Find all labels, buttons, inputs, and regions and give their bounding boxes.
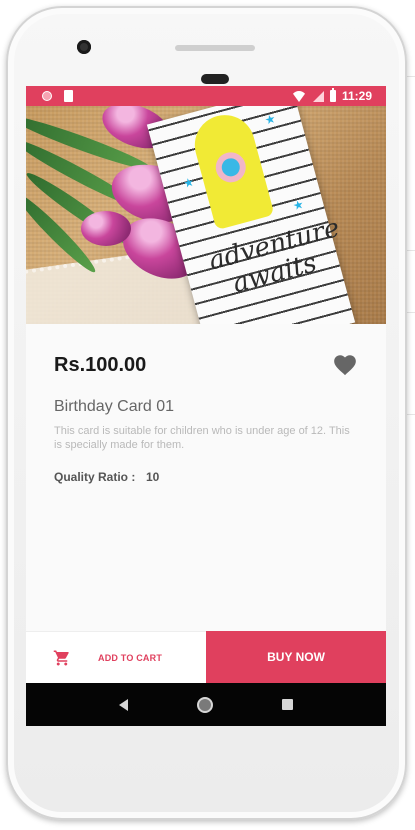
wifi-icon (290, 90, 307, 102)
add-to-cart-label: ADD TO CART (98, 653, 163, 663)
status-right: 11:29 (290, 88, 372, 103)
back-icon[interactable] (118, 698, 128, 711)
earpiece (201, 74, 229, 84)
status-time: 11:29 (341, 89, 372, 103)
navigation-bar (26, 683, 386, 726)
product-price: Rs.100.00 (54, 354, 147, 376)
card-caption: adventure awaits (205, 212, 343, 300)
signal-icon (312, 90, 324, 102)
recents-icon[interactable] (282, 699, 294, 710)
star-icon: ★ (291, 196, 306, 214)
cart-icon (53, 650, 69, 666)
star-icon: ★ (181, 174, 196, 191)
buy-now-label: BUY NOW (267, 650, 325, 664)
sd-card-icon (64, 90, 73, 102)
rocket-illustration (188, 108, 275, 231)
product-details: Rs.100.00 Birthday Card 01 This card is … (26, 324, 386, 631)
app-screen: 11:29 ★ ★ ★ adventure awaits Rs.100.00 B… (26, 86, 386, 726)
star-icon: ★ (263, 111, 278, 128)
product-image: ★ ★ ★ adventure awaits (26, 106, 386, 324)
product-description: This card is suitable for children who i… (54, 425, 350, 451)
quality-ratio-label: Quality Ratio : (54, 470, 136, 484)
battery-icon (329, 88, 336, 102)
top-speaker (175, 45, 255, 51)
heart-icon[interactable] (332, 352, 358, 378)
buy-now-button[interactable]: BUY NOW (206, 631, 386, 683)
add-to-cart-button[interactable]: ADD TO CART (26, 631, 206, 683)
front-camera (77, 40, 91, 54)
rocket-window (212, 148, 250, 186)
quality-ratio-value: 10 (146, 470, 160, 484)
image-flower (81, 211, 131, 246)
product-title: Birthday Card 01 (54, 398, 175, 415)
action-bar: ADD TO CART BUY NOW (26, 631, 386, 683)
home-icon[interactable] (196, 696, 213, 713)
notification-icon (42, 91, 52, 101)
status-bar: 11:29 (26, 86, 386, 106)
